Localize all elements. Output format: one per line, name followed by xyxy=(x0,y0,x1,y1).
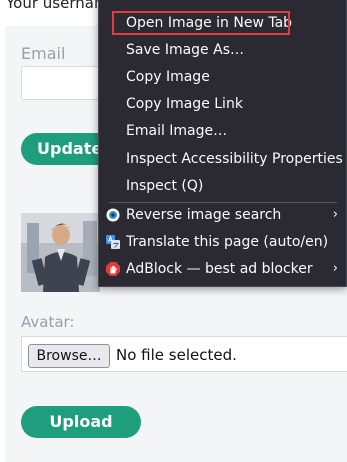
submenu-arrow-icon: › xyxy=(332,207,338,222)
menu-item-save-image-as[interactable]: Save Image As… xyxy=(99,38,346,62)
avatar-image[interactable] xyxy=(21,213,100,292)
browse-button[interactable]: Browse… xyxy=(28,344,110,368)
avatar-photo-icon xyxy=(21,213,100,292)
menu-item-label: Inspect (Q) xyxy=(126,178,204,194)
reverse-search-icon xyxy=(106,208,120,222)
menu-item-copy-image-link[interactable]: Copy Image Link xyxy=(99,92,346,116)
menu-item-reverse-image-search[interactable]: Reverse image search › xyxy=(99,203,346,227)
menu-item-open-image-new-tab[interactable]: Open Image in New Tab xyxy=(112,11,293,35)
menu-item-label: Open Image in New Tab xyxy=(126,15,293,31)
menu-item-label: Copy Image Link xyxy=(126,96,243,112)
adblock-icon xyxy=(106,262,120,276)
menu-item-label: Reverse image search xyxy=(126,207,282,223)
avatar-label: Avatar: xyxy=(21,313,75,331)
file-status-text: No file selected. xyxy=(116,346,237,364)
menu-item-inspect-accessibility[interactable]: Inspect Accessibility Properties xyxy=(99,147,346,171)
menu-item-adblock[interactable]: AdBlock — best ad blocker › xyxy=(99,257,346,281)
menu-item-label: Copy Image xyxy=(126,69,210,85)
menu-item-inspect[interactable]: Inspect (Q) xyxy=(99,174,346,198)
context-menu: Open Image in New Tab Save Image As… Cop… xyxy=(98,0,347,287)
translate-icon xyxy=(106,235,120,249)
upload-button[interactable]: Upload xyxy=(21,406,141,438)
submenu-arrow-icon: › xyxy=(332,261,338,276)
menu-item-copy-image[interactable]: Copy Image xyxy=(99,65,346,89)
menu-item-label: Inspect Accessibility Properties xyxy=(126,151,343,167)
menu-item-label: AdBlock — best ad blocker xyxy=(126,261,313,277)
menu-item-label: Save Image As… xyxy=(126,42,244,58)
avatar-file-input: Browse… No file selected. xyxy=(21,336,347,372)
menu-item-translate-page[interactable]: Translate this page (auto/en) xyxy=(99,230,346,254)
menu-item-email-image[interactable]: Email Image… xyxy=(99,119,346,143)
menu-item-label: Translate this page (auto/en) xyxy=(126,234,329,250)
email-label: Email xyxy=(21,44,66,63)
menu-item-label: Email Image… xyxy=(126,123,228,139)
